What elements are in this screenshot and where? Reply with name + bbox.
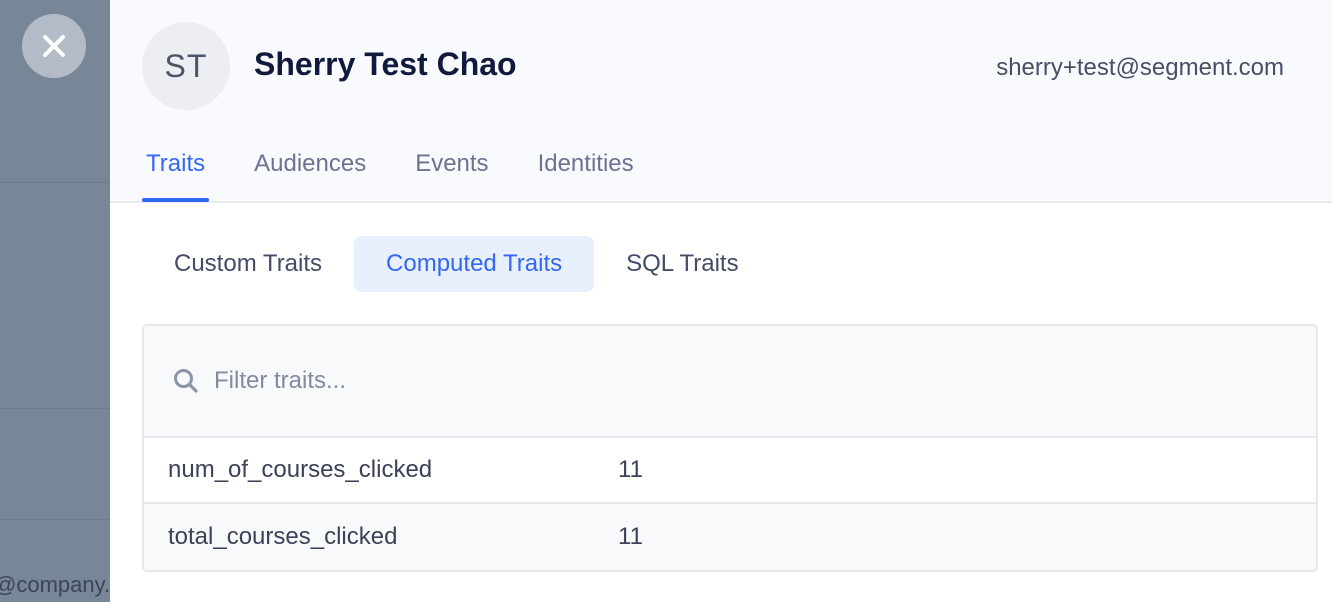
search-icon [174, 369, 198, 393]
backdrop-divider [0, 182, 110, 183]
trait-value: 11 [618, 523, 643, 550]
backdrop-divider [0, 408, 110, 409]
profile-header: ST Sherry Test Chao sherry+test@segment.… [110, 0, 1332, 203]
profile-drawer: ST Sherry Test Chao sherry+test@segment.… [110, 0, 1332, 602]
tab-events[interactable]: Events [411, 140, 492, 202]
tab-traits[interactable]: Traits [142, 140, 210, 202]
table-row: total_courses_clicked 11 [144, 504, 1316, 570]
backdrop-divider [0, 519, 110, 520]
close-button[interactable] [22, 14, 86, 78]
trait-value: 11 [618, 456, 643, 483]
avatar: ST [142, 22, 230, 110]
trait-key: total_courses_clicked [168, 523, 398, 550]
tab-identities[interactable]: Identities [534, 140, 638, 202]
profile-email: sherry+test@segment.com [996, 54, 1284, 81]
profile-name: Sherry Test Chao [254, 46, 517, 82]
close-icon [43, 35, 65, 57]
traits-table: num_of_courses_clicked 11 total_courses_… [142, 324, 1318, 572]
subtab-computed-traits[interactable]: Computed Traits [354, 236, 595, 292]
subtab-custom-traits[interactable]: Custom Traits [142, 236, 354, 292]
subtab-sql-traits[interactable]: SQL Traits [594, 236, 770, 292]
trait-key: num_of_courses_clicked [168, 456, 433, 483]
table-row: num_of_courses_clicked 11 [144, 438, 1316, 504]
page-backdrop[interactable]: @company. [0, 0, 110, 602]
main-tabs: Traits Audiences Events Identities [142, 140, 679, 202]
tab-audiences[interactable]: Audiences [250, 140, 370, 202]
filter-row [144, 326, 1316, 438]
trait-type-tabs: Custom Traits Computed Traits SQL Traits [142, 236, 771, 292]
backdrop-text: @company. [0, 572, 111, 597]
filter-traits-input[interactable] [214, 367, 1114, 395]
